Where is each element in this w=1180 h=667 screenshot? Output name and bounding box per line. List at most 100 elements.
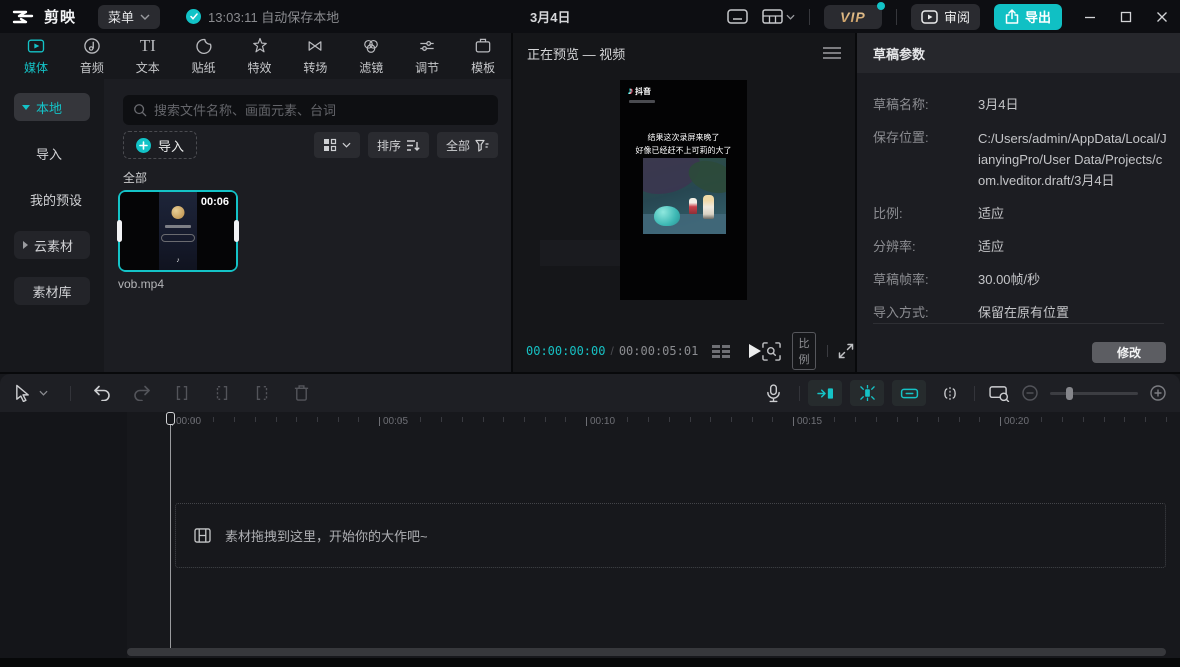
media-content: 导入 排序 全部 全部 xyxy=(104,79,511,372)
current-timecode: 00:00:00:00 xyxy=(526,344,605,358)
field-framerate: 草稿帧率: 30.00帧/秒 xyxy=(873,270,1168,290)
trim-right-button[interactable] xyxy=(253,384,271,402)
tab-label: 调节 xyxy=(415,59,439,76)
undo-button[interactable] xyxy=(93,385,111,401)
playhead-line xyxy=(170,412,171,648)
microphone-icon xyxy=(766,384,781,403)
review-button[interactable]: 审阅 xyxy=(911,4,980,30)
snap-toggle[interactable] xyxy=(808,380,842,406)
record-voiceover-button[interactable] xyxy=(766,384,781,403)
sidebar-item-label: 我的预设 xyxy=(30,190,82,209)
clip-trim-handle-right[interactable] xyxy=(234,220,239,242)
timeline-horizontal-scrollbar[interactable] xyxy=(127,648,1166,656)
tab-adjust[interactable]: 调节 xyxy=(399,33,455,79)
audio-icon xyxy=(82,36,102,56)
clip-trim-handle-left[interactable] xyxy=(117,220,122,242)
field-resolution: 分辨率: 适应 xyxy=(873,237,1168,257)
delete-button[interactable] xyxy=(293,384,310,402)
filter-button[interactable]: 全部 xyxy=(437,132,498,158)
zoom-slider-handle[interactable] xyxy=(1066,387,1073,400)
preview-stage: ♪ 抖音 结果这次录屏来晚了 好像已经赶不上可莉的大了 xyxy=(513,73,855,330)
sidebar-item-presets[interactable]: 我的预设 xyxy=(14,185,104,213)
timeline-dropzone[interactable]: 素材拖拽到这里，开始你的大作吧~ xyxy=(175,503,1166,568)
fullscreen-button[interactable] xyxy=(838,343,854,359)
preview-menu-button[interactable] xyxy=(823,47,841,59)
caret-down-icon xyxy=(22,104,30,110)
close-button[interactable] xyxy=(1156,11,1168,23)
playhead-handle[interactable] xyxy=(166,412,175,425)
split-button[interactable] xyxy=(173,384,191,402)
ruler-major-tick xyxy=(379,417,380,426)
menu-button[interactable]: 菜单 xyxy=(98,5,160,29)
sidebar-item-local[interactable]: 本地 xyxy=(14,93,90,121)
ruler-minor-tick xyxy=(897,417,898,422)
sort-button[interactable]: 排序 xyxy=(368,132,429,158)
timeline-ruler[interactable]: 00:0000:0500:1000:1500:20 xyxy=(0,412,1180,432)
media-clip-card[interactable]: ♪ 00:06 xyxy=(118,190,238,272)
plus-icon xyxy=(136,138,151,153)
field-value: 保留在原有位置 xyxy=(978,303,1168,323)
tab-label: 文本 xyxy=(136,59,160,76)
ruler-minor-tick xyxy=(938,417,939,422)
ruler-minor-tick xyxy=(462,417,463,422)
tab-label: 贴纸 xyxy=(192,59,216,76)
tab-sticker[interactable]: 贴纸 xyxy=(176,33,232,79)
tab-audio[interactable]: 音频 xyxy=(64,33,120,79)
draft-params-fields: 草稿名称: 3月4日 保存位置: C:/Users/admin/AppData/… xyxy=(857,73,1180,323)
tab-filter[interactable]: 滤镜 xyxy=(343,33,399,79)
zoom-out-button[interactable] xyxy=(1022,385,1038,401)
layout-switch-button[interactable] xyxy=(762,9,795,24)
sidebar-item-import[interactable]: 导入 xyxy=(14,139,104,167)
tab-template[interactable]: 模板 xyxy=(455,33,511,79)
maximize-button[interactable] xyxy=(1120,11,1132,23)
ruler-minor-tick xyxy=(1021,417,1022,422)
vip-button[interactable]: VIP xyxy=(824,5,882,29)
timeline-zoom-slider[interactable] xyxy=(1050,392,1138,395)
select-tool-button[interactable] xyxy=(14,384,31,402)
tab-media[interactable]: 媒体 xyxy=(8,33,64,79)
autosave-status: 13:03:11 自动保存本地 xyxy=(186,7,339,26)
play-button[interactable] xyxy=(748,343,762,359)
sidebar-item-library[interactable]: 素材库 xyxy=(14,277,90,305)
clip-thumbnail-watermark: ♪ xyxy=(176,257,180,264)
preview-axis-toggle[interactable] xyxy=(940,386,960,401)
tab-label: 特效 xyxy=(248,59,272,76)
view-mode-button[interactable] xyxy=(314,132,360,158)
search-input[interactable] xyxy=(154,103,488,118)
preview-quality-icon[interactable] xyxy=(712,345,730,358)
ruler-minor-tick xyxy=(772,417,773,422)
filter-circles-icon xyxy=(361,36,381,56)
trim-left-button[interactable] xyxy=(213,384,231,402)
effects-star-icon xyxy=(250,36,270,56)
minimize-button[interactable] xyxy=(1084,11,1096,23)
preview-background-patch xyxy=(540,240,620,266)
link-toggle[interactable] xyxy=(892,380,926,406)
tab-transition[interactable]: 转场 xyxy=(287,33,343,79)
field-ratio: 比例: 适应 xyxy=(873,204,1168,224)
draft-params-header: 草稿参数 xyxy=(857,33,1180,73)
sidebar-item-cloud[interactable]: 云素材 xyxy=(14,231,90,259)
export-button[interactable]: 导出 xyxy=(994,4,1062,30)
import-button[interactable]: 导入 xyxy=(123,131,197,159)
tab-effects[interactable]: 特效 xyxy=(232,33,288,79)
field-value: 30.00帧/秒 xyxy=(978,270,1168,290)
redo-button[interactable] xyxy=(133,385,151,401)
shortcut-keyboard-button[interactable] xyxy=(727,9,748,24)
timeline-preview-toggle[interactable] xyxy=(989,385,1010,402)
text-icon: TI xyxy=(140,36,156,56)
select-tool-dropdown[interactable] xyxy=(39,390,48,396)
sidebar-item-label: 云素材 xyxy=(34,236,73,255)
timeline-toolbar xyxy=(0,374,1180,412)
chevron-down-icon xyxy=(342,142,351,148)
tab-text[interactable]: TI 文本 xyxy=(120,33,176,79)
modify-button[interactable]: 修改 xyxy=(1092,342,1166,363)
video-caption-line2: 好像已经赶不上可莉的大了 xyxy=(620,145,747,156)
ratio-button[interactable]: 比例 xyxy=(792,332,815,370)
auto-splice-toggle[interactable] xyxy=(850,380,884,406)
zoom-in-button[interactable] xyxy=(1150,385,1166,401)
field-label: 保存位置: xyxy=(873,128,978,191)
jianying-logo-icon xyxy=(12,9,34,25)
ruler-minor-tick xyxy=(1166,417,1167,422)
film-icon xyxy=(194,528,211,543)
preview-zoom-button[interactable] xyxy=(762,342,781,361)
